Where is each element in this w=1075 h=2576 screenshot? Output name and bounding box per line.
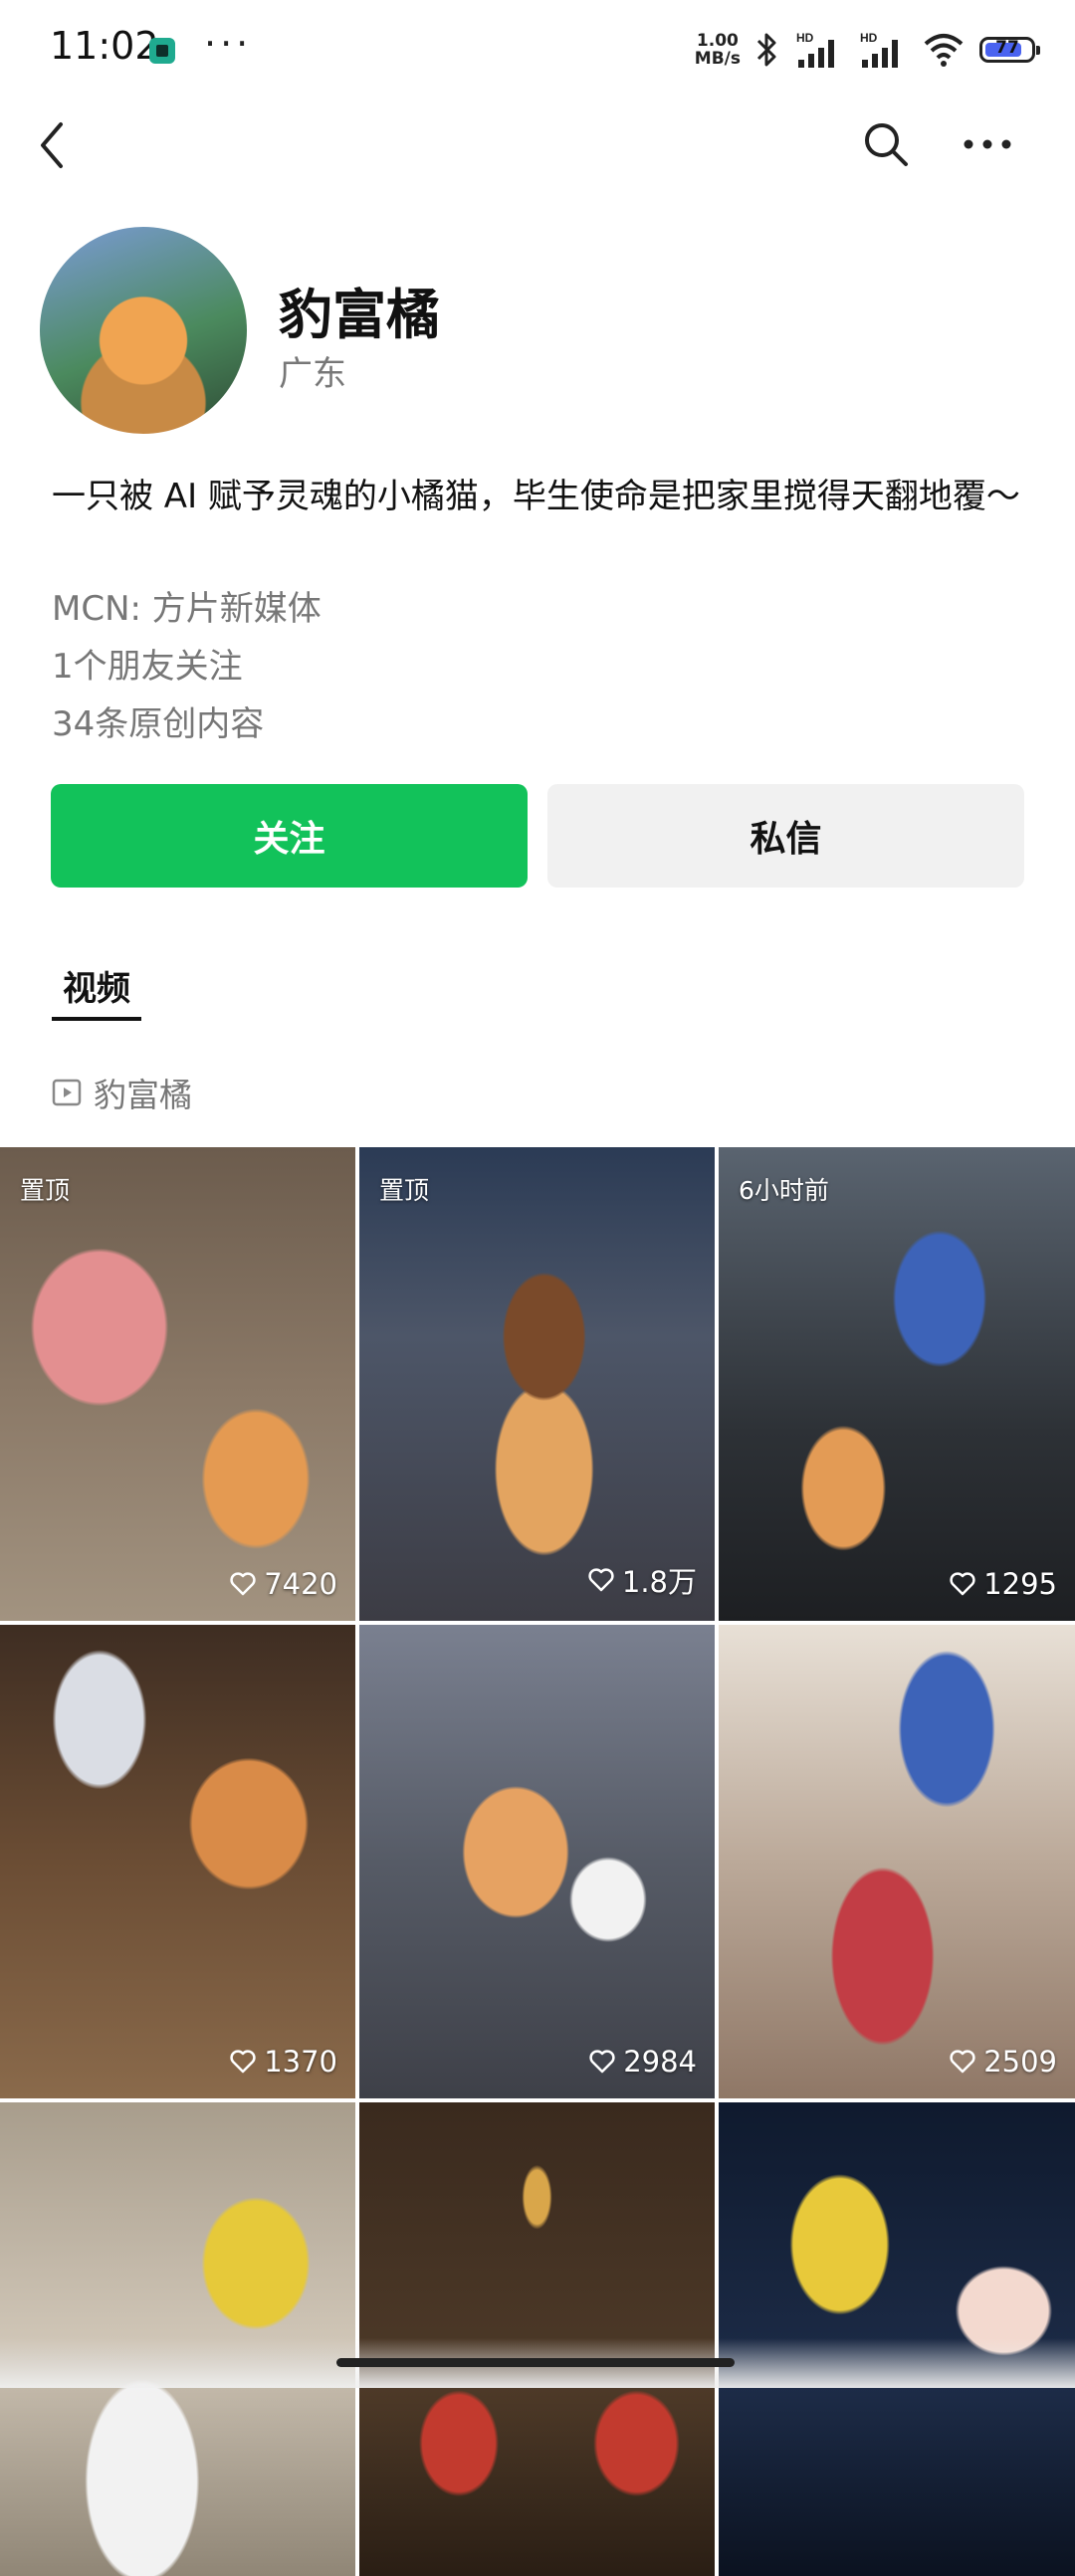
tab-active-indicator [52,1017,141,1021]
video-channel-icon [52,1079,82,1106]
more-button[interactable] [958,114,1017,174]
home-indicator[interactable] [336,2358,735,2367]
profile-name: 豹富橘 [279,284,440,346]
more-notifications-icon: ··· [204,22,253,66]
wifi-icon [924,34,964,67]
video-likes: 1370 [230,2045,337,2079]
video-likes-count: 1295 [983,1567,1057,1601]
status-time: 11:02 [50,24,159,68]
video-tile[interactable]: 2984 [359,1625,715,2098]
video-likes: 7420 [230,1567,337,1601]
tab-videos[interactable]: 视频 [52,961,141,1010]
video-channel-link[interactable]: 豹富橘 [52,1069,192,1116]
search-button[interactable] [858,114,914,174]
video-tile[interactable]: 置顶 7420 [0,1147,355,1621]
network-speed-unit: MB/s [694,49,741,69]
video-likes-count: 2509 [983,2045,1057,2079]
heart-icon [589,2050,615,2074]
video-likes-count: 1370 [264,2045,337,2079]
bluetooth-icon [756,33,776,67]
video-likes: 2984 [589,2045,697,2079]
app-notification-icon [149,38,175,64]
video-tile[interactable]: 2509 [719,1625,1075,2098]
heart-icon [230,1572,256,1596]
battery-level: 77 [995,38,1019,58]
follow-button[interactable]: 关注 [51,784,528,888]
friends-following[interactable]: 1个朋友关注 [52,639,243,688]
video-tile[interactable]: 1370 [0,1625,355,2098]
video-channel-label: 豹富橘 [94,1076,192,1114]
video-tile[interactable]: 6小时前 1295 [719,1147,1075,1621]
message-button[interactable]: 私信 [547,784,1024,888]
avatar[interactable] [40,227,247,434]
search-icon [865,123,908,166]
video-badge: 6小时前 [739,1176,829,1205]
svg-text:HD: HD [796,31,814,45]
hd-signal-icon: HD [860,31,898,68]
status-icons: 1.00 MB/s HD HD 77 [695,28,1040,72]
video-likes: 2509 [950,2045,1057,2079]
battery-icon: 77 [979,37,1040,63]
video-likes-count: 1.8万 [621,1565,697,1599]
video-tile[interactable]: 置顶 1.8万 [359,1147,715,1621]
back-chevron-icon [41,122,63,168]
video-likes-count: 2984 [623,2045,697,2079]
svg-text:HD: HD [860,31,878,45]
heart-icon [950,2050,975,2074]
hd-signal-icon: HD [796,31,834,68]
video-likes: 1295 [950,1567,1057,1601]
video-likes-count: 7420 [264,1567,337,1601]
back-button[interactable] [30,111,74,179]
more-icon [964,139,1011,149]
profile-bio: 一只被 AI 赋予灵魂的小橘猫，毕生使命是把家里搅得天翻地覆～ [52,477,1020,516]
video-badge: 置顶 [379,1176,430,1205]
original-content-count: 34条原创内容 [52,704,265,744]
heart-icon [588,1568,614,1592]
video-badge: 置顶 [20,1176,71,1205]
video-likes: 1.8万 [588,1559,697,1601]
profile-mcn: MCN: 方片新媒体 [52,589,322,629]
status-bar: 11:02 ··· 1.00 MB/s HD HD 77 [0,0,1075,99]
network-speed-value: 1.00 [696,31,739,51]
heart-icon [230,2050,256,2074]
heart-icon [950,1572,975,1596]
profile-region: 广东 [279,354,346,394]
network-speed: 1.00 MB/s [695,32,741,68]
